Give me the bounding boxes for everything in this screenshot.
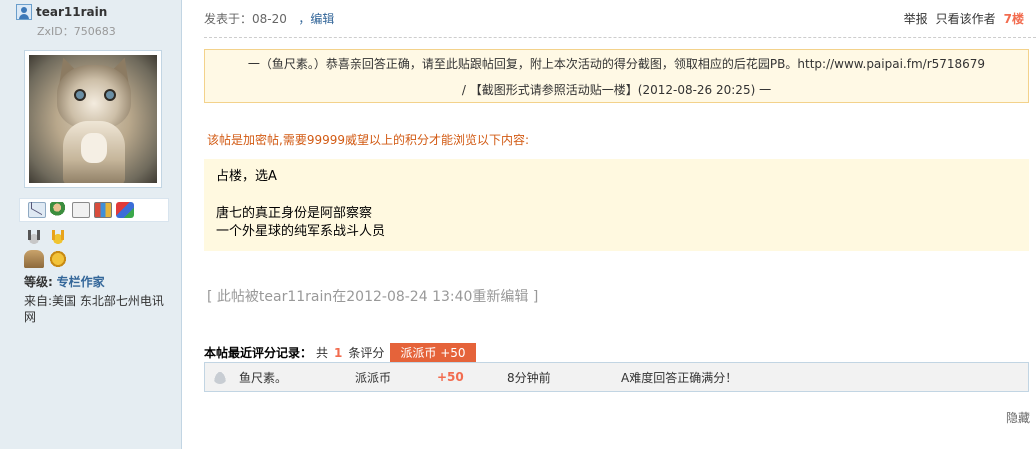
divider xyxy=(204,37,1036,38)
level-label: 等级: xyxy=(24,275,53,289)
author-sidebar: tear11rain ZxID：750683 等级: 专栏作家 来自:美国 东北… xyxy=(0,0,182,449)
rating-time: 8分钟前 xyxy=(507,370,551,385)
only-author-link[interactable]: 只看该作者 xyxy=(936,10,996,27)
medals xyxy=(24,230,74,270)
cat-eye-left xyxy=(74,89,86,101)
level-value[interactable]: 专栏作家 xyxy=(57,275,105,289)
post-main: 发表于：08-20 ，编辑 举报 只看该作者 7楼 一（鱼尺素。）恭喜亲回答正确… xyxy=(183,0,1036,449)
rater-avatar-icon[interactable] xyxy=(213,370,227,384)
horse-medal-icon[interactable] xyxy=(24,250,44,268)
author-level: 等级: 专栏作家 xyxy=(24,273,105,290)
rating-row: 鱼尺素。 派派币 +50 8分钟前 A难度回答正确满分！ xyxy=(204,362,1029,392)
coin-medal-icon[interactable] xyxy=(48,250,68,268)
hide-link[interactable]: 隐藏 xyxy=(1006,409,1030,426)
rating-count: 1 xyxy=(334,345,343,360)
cat-head xyxy=(57,65,131,129)
rater-name[interactable]: 鱼尺素。 xyxy=(239,369,355,386)
gold-ribbon-icon[interactable] xyxy=(48,230,68,248)
author-header: tear11rain xyxy=(16,4,107,20)
post-tools: 举报 只看该作者 7楼 xyxy=(904,10,1024,27)
notice-line-2: / 【截图形式请参照活动贴一楼】(2012-08-26 20:25) 一 xyxy=(461,83,772,97)
profile-icon[interactable] xyxy=(72,202,90,218)
notice-line-1: 一（鱼尺素。）恭喜亲回答正确，请至此贴跟帖回复，附上本次活动的得分截图，领取相应… xyxy=(247,57,986,71)
report-link[interactable]: 举报 xyxy=(904,10,928,27)
post-meta: 发表于：08-20 ，编辑 xyxy=(204,10,334,27)
moderator-notice: 一（鱼尺素。）恭喜亲回答正确，请至此贴跟帖回复，附上本次活动的得分截图，领取相应… xyxy=(204,49,1029,103)
author-actions xyxy=(19,198,169,222)
add-friend-icon[interactable] xyxy=(50,202,68,218)
rating-type: 派派币 xyxy=(355,370,392,385)
encrypted-notice: 该帖是加密帖,需要99999威望以上的积分才能浏览以下内容: xyxy=(207,133,530,147)
card-icon[interactable] xyxy=(94,202,112,218)
rating-total-badge: 派派币 +50 xyxy=(390,343,476,362)
post-content: 占楼，选A 唐七的真正身份是阿部察察 一个外星球的纯军系战斗人员 xyxy=(204,159,1029,251)
cat-paws xyxy=(81,133,107,163)
floor-number[interactable]: 7楼 xyxy=(1004,10,1024,27)
edit-link[interactable]: ，编辑 xyxy=(298,12,334,26)
content-line-3: 一个外星球的纯军系战斗人员 xyxy=(216,224,386,239)
rating-title: 本帖最近评分记录： xyxy=(204,346,313,360)
user-icon xyxy=(16,4,32,20)
rating-reason: A难度回答正确满分！ xyxy=(621,370,738,385)
avatar-image xyxy=(29,55,157,183)
post-date: 发表于：08-20 xyxy=(204,12,287,26)
author-location: 来自:美国 东北部七州电讯网 xyxy=(24,294,164,324)
silver-medal-icon[interactable] xyxy=(24,230,44,248)
rating-prefix: 共 xyxy=(316,346,329,360)
rating-header: 本帖最近评分记录： 共 1 条评分 派派币 +50 xyxy=(204,343,476,362)
rating-suffix: 条评分 xyxy=(348,346,385,360)
author-zxid: ZxID：750683 xyxy=(37,25,116,38)
blocks-icon[interactable] xyxy=(116,202,134,218)
content-line-2: 唐七的真正身份是阿部察察 xyxy=(216,206,373,221)
author-name[interactable]: tear11rain xyxy=(36,5,107,19)
cat-eye-right xyxy=(104,89,116,101)
rating-score: +50 xyxy=(437,370,464,384)
content-line-1: 占楼，选A xyxy=(216,169,277,184)
message-icon[interactable] xyxy=(28,202,46,218)
edit-history-note: [ 此帖被tear11rain在2012-08-24 13:40重新编辑 ] xyxy=(207,289,539,305)
avatar[interactable] xyxy=(24,50,162,188)
